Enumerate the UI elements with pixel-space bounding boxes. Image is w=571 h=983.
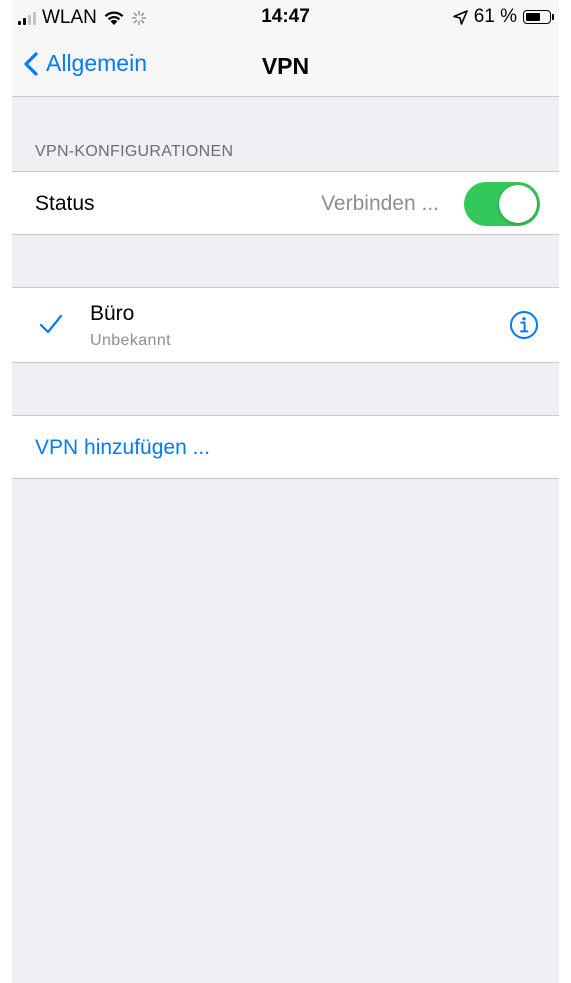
toggle-knob	[499, 185, 537, 223]
location-arrow-icon	[452, 9, 468, 25]
vpn-config-row[interactable]: Büro Unbekannt	[12, 287, 559, 363]
status-bar: WLAN 14:47 61 %	[12, 0, 559, 34]
info-icon[interactable]	[509, 310, 539, 340]
section-header: VPN-KONFIGURATIONEN	[35, 143, 234, 160]
vpn-config-name: Büro	[90, 302, 135, 325]
settings-screen: WLAN 14:47 61 % Allgemein VPN VPN-KONFIG…	[12, 0, 559, 983]
navigation-bar: Allgemein VPN	[12, 34, 559, 97]
status-value: Verbinden ...	[321, 192, 439, 215]
add-vpn-button[interactable]: VPN hinzufügen ...	[35, 436, 210, 460]
phone-frame: WLAN 14:47 61 % Allgemein VPN VPN-KONFIG…	[0, 0, 571, 983]
battery-icon	[523, 10, 554, 24]
status-row: Status Verbinden ...	[12, 171, 559, 235]
vpn-config-status: Unbekannt	[90, 332, 171, 349]
add-vpn-row[interactable]: VPN hinzufügen ...	[12, 415, 559, 479]
page-title: VPN	[261, 53, 310, 79]
status-right: 61 %	[452, 6, 554, 28]
vpn-toggle[interactable]	[464, 182, 540, 226]
battery-percentage: 61 %	[473, 6, 517, 27]
checkmark-icon	[39, 314, 63, 334]
status-label: Status	[35, 192, 95, 215]
